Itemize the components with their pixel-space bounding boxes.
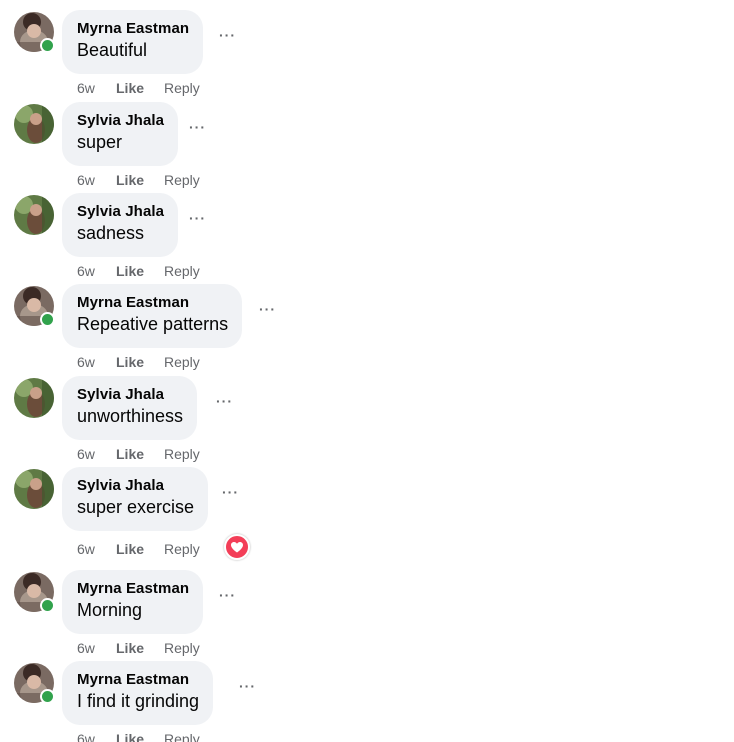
comment-bubble: Sylvia Jhala super bbox=[62, 102, 179, 166]
like-button[interactable]: Like bbox=[116, 172, 164, 188]
comment-bubble: Sylvia Jhala super exercise bbox=[62, 467, 209, 531]
comment-author[interactable]: Myrna Eastman bbox=[77, 671, 199, 689]
avatar-sylvia-image bbox=[14, 469, 54, 509]
more-options-icon[interactable]: ··· bbox=[219, 588, 239, 602]
avatar[interactable] bbox=[14, 663, 55, 704]
like-button[interactable]: Like bbox=[116, 640, 164, 656]
comment-bubble: Myrna Eastman Morning bbox=[62, 570, 204, 634]
avatar-sylvia-image bbox=[14, 104, 54, 144]
more-options-icon[interactable]: ··· bbox=[189, 211, 209, 225]
comment-bubble: Myrna Eastman Beautiful bbox=[62, 10, 204, 74]
comment-timestamp[interactable]: 6w bbox=[77, 731, 116, 742]
online-status-dot bbox=[40, 38, 55, 53]
more-options-icon[interactable]: ··· bbox=[219, 28, 239, 42]
comment-text: super exercise bbox=[77, 497, 195, 517]
comment-actions: 6w Like Reply bbox=[77, 446, 200, 462]
avatar[interactable] bbox=[14, 286, 55, 327]
comment-timestamp[interactable]: 6w bbox=[77, 263, 116, 279]
comment-actions: 6w Like Reply bbox=[77, 354, 200, 370]
reply-button[interactable]: Reply bbox=[164, 731, 200, 742]
comment-author[interactable]: Myrna Eastman bbox=[77, 20, 189, 38]
reply-button[interactable]: Reply bbox=[164, 640, 200, 656]
reply-button[interactable]: Reply bbox=[164, 172, 200, 188]
comment-timestamp[interactable]: 6w bbox=[77, 541, 116, 557]
more-options-icon[interactable]: ··· bbox=[216, 394, 236, 408]
comment-actions: 6w Like Reply bbox=[77, 731, 200, 742]
reply-button[interactable]: Reply bbox=[164, 263, 200, 279]
comment-actions: 6w Like Reply bbox=[77, 172, 200, 188]
comment-actions: 6w Like Reply bbox=[77, 80, 200, 96]
comment-timestamp[interactable]: 6w bbox=[77, 446, 116, 462]
reply-button[interactable]: Reply bbox=[164, 541, 200, 557]
comment-author[interactable]: Myrna Eastman bbox=[77, 580, 189, 598]
comment-author[interactable]: Sylvia Jhala bbox=[77, 203, 164, 221]
comment-actions: 6w Like Reply bbox=[77, 263, 200, 279]
more-options-icon[interactable]: ··· bbox=[239, 679, 259, 693]
more-options-icon[interactable]: ··· bbox=[222, 485, 242, 499]
comment-actions: 6w Like Reply bbox=[77, 541, 200, 557]
comment-author[interactable]: Sylvia Jhala bbox=[77, 477, 194, 495]
like-button[interactable]: Like bbox=[116, 731, 164, 742]
like-button[interactable]: Like bbox=[116, 263, 164, 279]
comment-text: Beautiful bbox=[77, 40, 148, 60]
like-button[interactable]: Like bbox=[116, 80, 164, 96]
avatar[interactable] bbox=[14, 104, 54, 144]
comment-text: I find it grinding bbox=[77, 691, 200, 711]
online-status-dot bbox=[40, 598, 55, 613]
avatar[interactable] bbox=[14, 195, 54, 235]
comment-actions: 6w Like Reply bbox=[77, 640, 200, 656]
heart-icon bbox=[231, 542, 243, 553]
comment-bubble: Sylvia Jhala sadness bbox=[62, 193, 179, 257]
comment-text: Repeative patterns bbox=[77, 314, 229, 334]
comment-text: super bbox=[77, 132, 123, 152]
comment-bubble: Myrna Eastman I find it grinding bbox=[62, 661, 214, 725]
more-options-icon[interactable]: ··· bbox=[189, 120, 209, 134]
avatar-sylvia-image bbox=[14, 195, 54, 235]
comment-timestamp[interactable]: 6w bbox=[77, 354, 116, 370]
avatar[interactable] bbox=[14, 378, 54, 418]
like-button[interactable]: Like bbox=[116, 446, 164, 462]
online-status-dot bbox=[40, 312, 55, 327]
comment-text: Morning bbox=[77, 600, 143, 620]
comment-author[interactable]: Sylvia Jhala bbox=[77, 386, 183, 404]
comment-bubble: Myrna Eastman Repeative patterns bbox=[62, 284, 243, 348]
online-status-dot bbox=[40, 689, 55, 704]
comment-author[interactable]: Myrna Eastman bbox=[77, 294, 228, 312]
avatar[interactable] bbox=[14, 469, 54, 509]
comment-text: unworthiness bbox=[77, 406, 184, 426]
reply-button[interactable]: Reply bbox=[164, 354, 200, 370]
comment-timestamp[interactable]: 6w bbox=[77, 172, 116, 188]
comment-timestamp[interactable]: 6w bbox=[77, 80, 116, 96]
comment-timestamp[interactable]: 6w bbox=[77, 640, 116, 656]
more-options-icon[interactable]: ··· bbox=[259, 302, 279, 316]
love-reaction-icon[interactable] bbox=[224, 534, 250, 560]
reply-button[interactable]: Reply bbox=[164, 80, 200, 96]
like-button[interactable]: Like bbox=[116, 354, 164, 370]
reply-button[interactable]: Reply bbox=[164, 446, 200, 462]
avatar[interactable] bbox=[14, 12, 55, 53]
comment-author[interactable]: Sylvia Jhala bbox=[77, 112, 164, 130]
like-button[interactable]: Like bbox=[116, 541, 164, 557]
avatar-sylvia-image bbox=[14, 378, 54, 418]
comment-text: sadness bbox=[77, 223, 145, 243]
avatar[interactable] bbox=[14, 572, 55, 613]
comment-bubble: Sylvia Jhala unworthiness bbox=[62, 376, 198, 440]
